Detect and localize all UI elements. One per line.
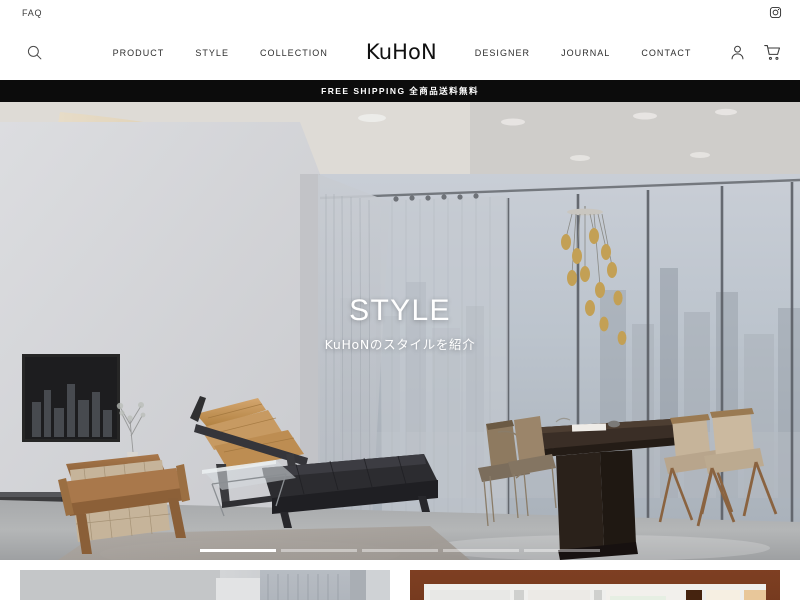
- main-header: PRODUCT STYLE COLLECTION KuHoN DESIGNER …: [0, 25, 800, 80]
- nav-item-journal[interactable]: JOURNAL: [561, 48, 610, 58]
- header-left-group: [22, 41, 113, 65]
- nav-group-left: PRODUCT STYLE COLLECTION: [113, 48, 328, 58]
- shopping-cart-icon[interactable]: [763, 43, 782, 62]
- primary-navigation: PRODUCT STYLE COLLECTION KuHoN DESIGNER …: [113, 42, 692, 63]
- search-icon[interactable]: [22, 41, 46, 65]
- utility-bar: FAQ: [0, 0, 800, 25]
- nav-item-style[interactable]: STYLE: [195, 48, 229, 58]
- faq-link[interactable]: FAQ: [22, 8, 42, 18]
- nav-item-product[interactable]: PRODUCT: [113, 48, 165, 58]
- brand-logo[interactable]: KuHoN: [366, 42, 437, 63]
- nav-item-designer[interactable]: DESIGNER: [475, 48, 530, 58]
- nav-item-contact[interactable]: CONTACT: [641, 48, 691, 58]
- promo-card-interior-left[interactable]: [20, 570, 390, 600]
- announcement-text: FREE SHIPPING 全商品送料無料: [321, 86, 479, 96]
- user-account-icon[interactable]: [729, 44, 746, 61]
- carousel-slide-indicator-3[interactable]: [362, 549, 438, 552]
- hero-image: [0, 102, 800, 560]
- carousel-slide-indicator-1[interactable]: [200, 549, 276, 552]
- social-icon-group: [769, 6, 782, 19]
- hero-carousel[interactable]: STYLE KuHoNのスタイルを紹介: [0, 102, 800, 560]
- nav-group-right: DESIGNER JOURNAL CONTACT: [475, 48, 692, 58]
- announcement-bar: FREE SHIPPING 全商品送料無料: [0, 80, 800, 102]
- header-right-group: [691, 43, 782, 62]
- page-root: FAQ PRODUCT STYLE COLLECTION KuHoN DESIG…: [0, 0, 800, 600]
- carousel-slide-indicator-5[interactable]: [524, 549, 600, 552]
- carousel-slide-indicator-2[interactable]: [281, 549, 357, 552]
- carousel-slide-indicator-4[interactable]: [443, 549, 519, 552]
- carousel-progress-indicator: [200, 549, 600, 552]
- promo-cards-strip: [0, 560, 800, 600]
- instagram-icon[interactable]: [769, 6, 782, 19]
- promo-card-interior-right[interactable]: [410, 570, 780, 600]
- nav-item-collection[interactable]: COLLECTION: [260, 48, 328, 58]
